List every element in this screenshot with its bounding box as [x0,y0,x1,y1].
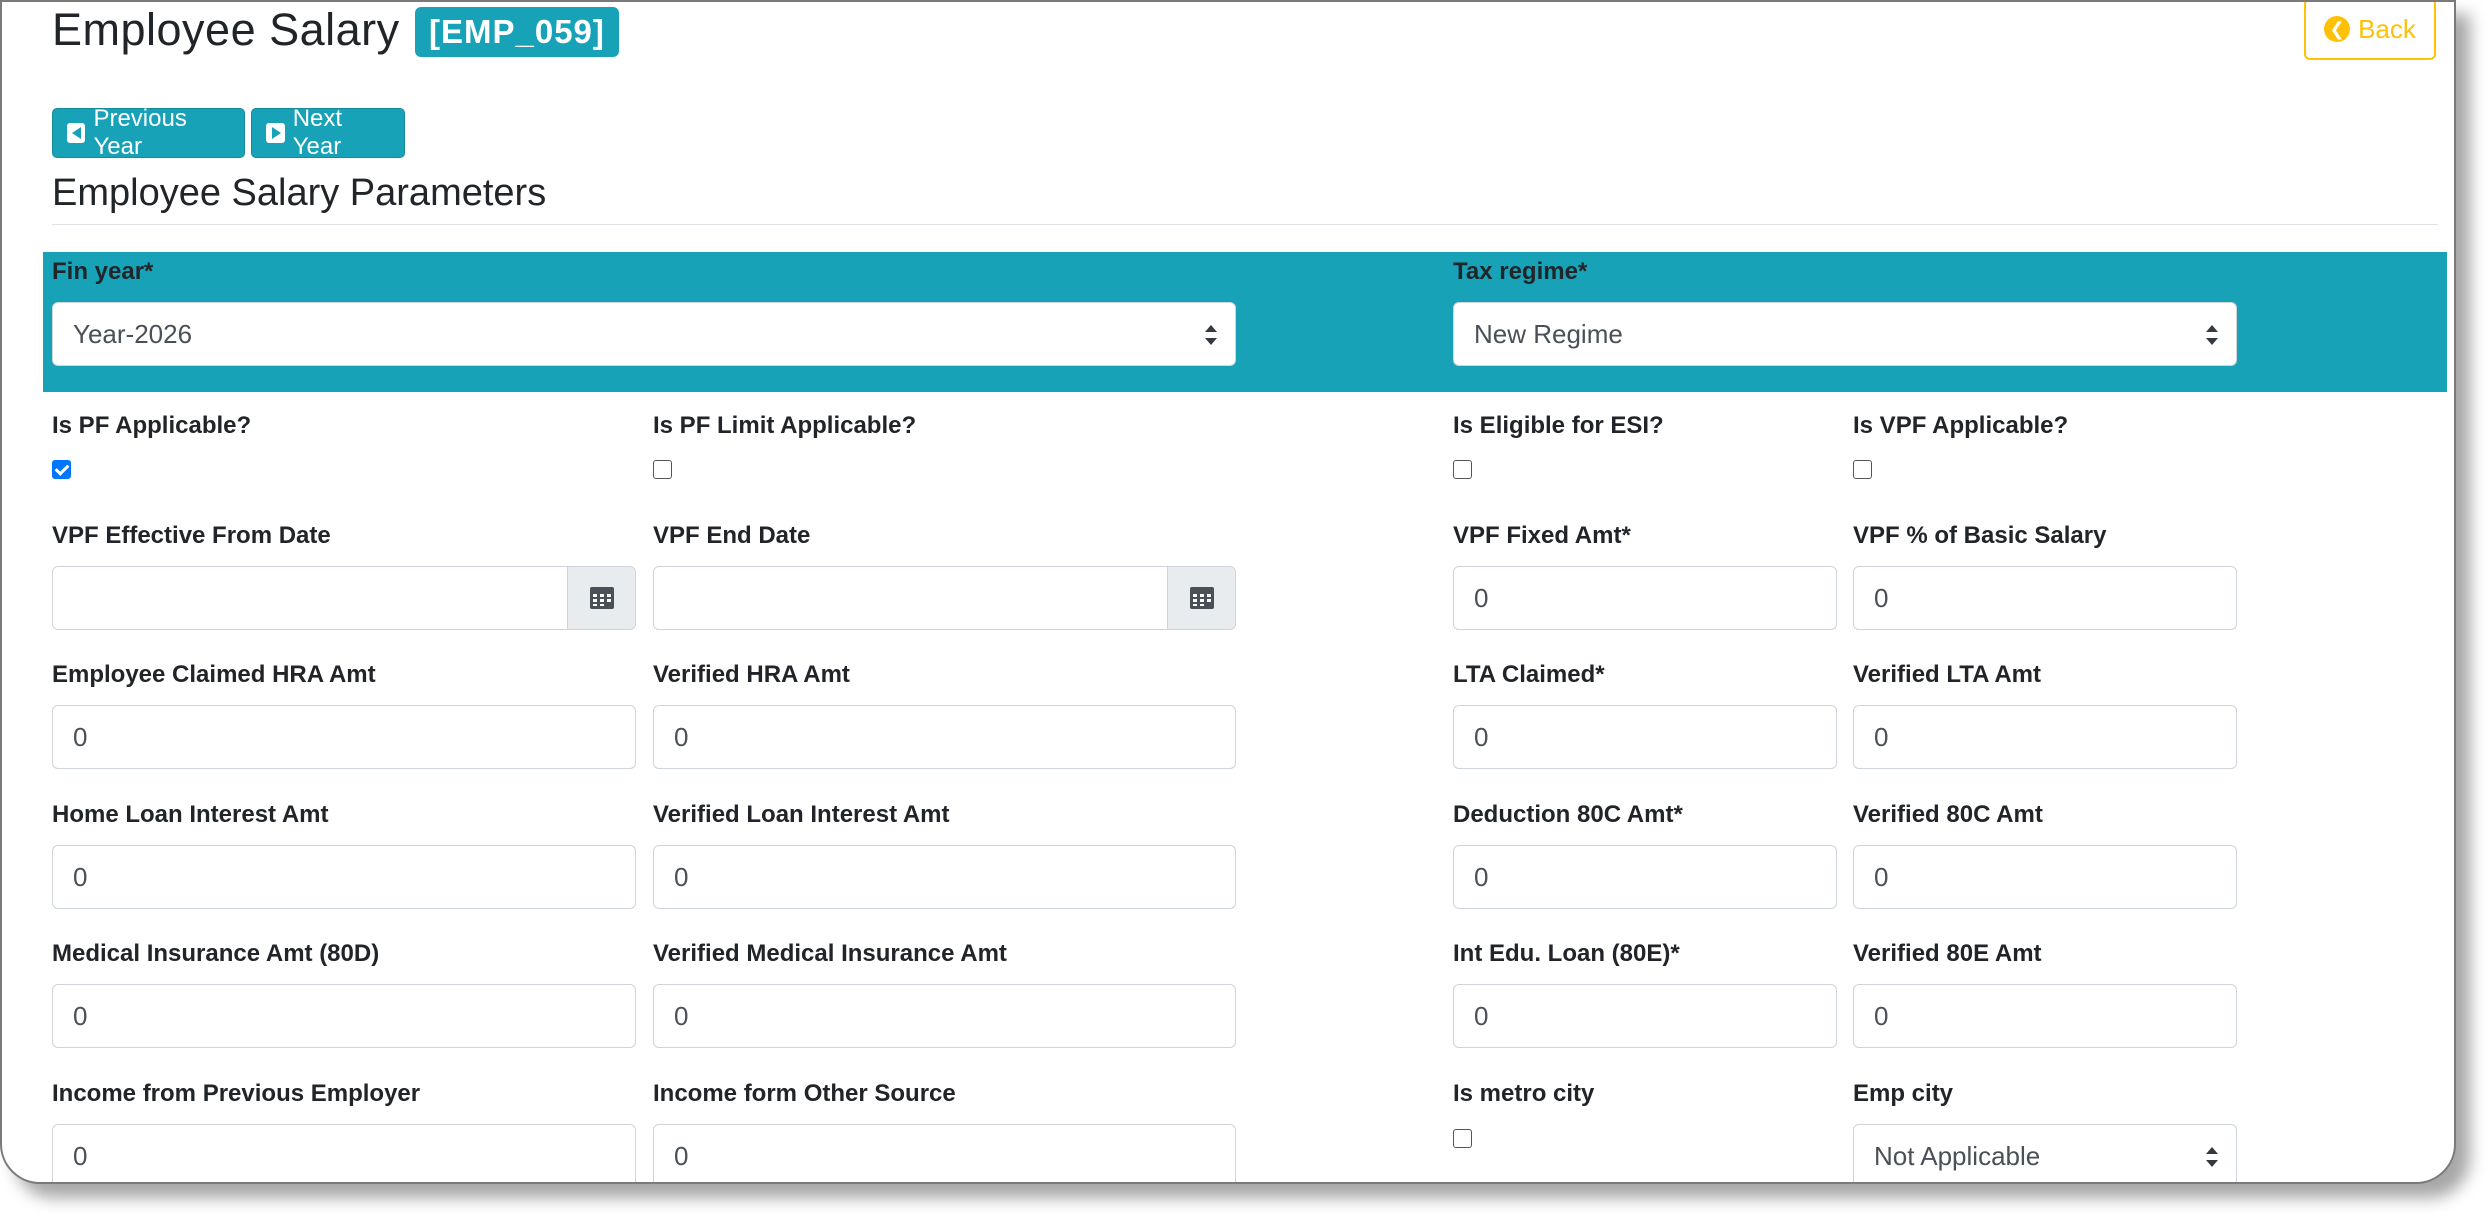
vpf-pct-value: 0 [1874,582,1889,613]
hra-verified-input[interactable]: 0 [653,705,1236,769]
other-source-label: Income form Other Source [653,1080,956,1107]
verified-80c-label: Verified 80C Amt [1853,801,2043,828]
next-year-label: Next Year [292,105,343,160]
lta-verified-input[interactable]: 0 [1853,705,2237,769]
emp-city-select[interactable]: Not Applicable [1853,1124,2237,1182]
section-title: Employee Salary Parameters [52,172,547,214]
verified-80c-value: 0 [1874,861,1889,892]
vpf-end-label: VPF End Date [653,522,811,549]
esi-eligible-label: Is Eligible for ESI? [1453,412,1664,439]
esi-eligible-checkbox[interactable] [1453,460,1472,479]
metro-city-label: Is metro city [1453,1080,1595,1107]
verified-80e-value: 0 [1874,1000,1889,1031]
lta-claimed-input[interactable]: 0 [1453,705,1837,769]
fin-year-select[interactable]: Year-2026 [52,302,1236,366]
vpf-from-date-input[interactable] [52,566,636,630]
home-loan-value: 0 [73,861,88,892]
home-loan-input[interactable]: 0 [52,845,636,909]
med-verified-input[interactable]: 0 [653,984,1236,1048]
tax-regime-label: Tax regime* [1453,258,1588,285]
calendar-icon [1189,587,1214,609]
previous-year-button[interactable]: Previous Year [52,105,245,160]
back-button-label: Back [2358,13,2416,44]
ded-80c-input[interactable]: 0 [1453,845,1837,909]
section-divider [52,224,2438,225]
app-window: Employee Salary [EMP_059] ❮ Back Previou… [0,0,2456,1184]
lta-verified-label: Verified LTA Amt [1853,661,2042,688]
tax-regime-select[interactable]: New Regime [1453,302,2237,366]
vpf-fixed-label: VPF Fixed Amt* [1453,522,1631,549]
pf-applicable-checkbox[interactable] [52,460,71,479]
edu-loan-label: Int Edu. Loan (80E)* [1453,940,1680,967]
prev-employer-label: Income from Previous Employer [52,1080,421,1107]
pf-limit-checkbox[interactable] [653,460,672,479]
fin-year-label: Fin year* [52,258,154,285]
loan-verified-input[interactable]: 0 [653,845,1236,909]
other-source-value: 0 [674,1140,689,1171]
next-year-button[interactable]: Next Year [251,105,405,160]
med-verified-label: Verified Medical Insurance Amt [653,940,1007,967]
hra-verified-value: 0 [674,721,689,752]
loan-verified-label: Verified Loan Interest Amt [653,801,950,828]
select-arrows-icon [2206,1147,2218,1167]
ded-80c-label: Deduction 80C Amt* [1453,801,1683,828]
prev-employer-input[interactable]: 0 [52,1124,636,1182]
vpf-from-calendar-button[interactable] [567,567,635,629]
prev-employer-value: 0 [73,1140,88,1171]
caret-left-icon [67,123,86,143]
verified-80e-input[interactable]: 0 [1853,984,2237,1048]
other-source-input[interactable]: 0 [653,1124,1236,1182]
lta-verified-value: 0 [1874,721,1889,752]
back-arrow-icon: ❮ [2324,16,2351,42]
lta-claimed-label: LTA Claimed* [1453,661,1605,688]
vpf-applicable-label: Is VPF Applicable? [1853,412,2069,439]
ded-80c-value: 0 [1474,861,1489,892]
emp-city-value: Not Applicable [1874,1140,2041,1171]
previous-year-label: Previous Year [93,105,187,160]
tax-regime-value: New Regime [1474,318,1623,349]
hra-claimed-input[interactable]: 0 [52,705,636,769]
vpf-fixed-value: 0 [1474,582,1489,613]
fin-year-value: Year-2026 [73,318,193,349]
select-arrows-icon [1205,325,1217,345]
employee-code-badge: [EMP_059] [415,7,619,57]
pf-limit-label: Is PF Limit Applicable? [653,412,917,439]
vpf-pct-label: VPF % of Basic Salary [1853,522,2107,549]
edu-loan-value: 0 [1474,1000,1489,1031]
vpf-end-date-input[interactable] [653,566,1236,630]
calendar-icon [589,587,614,609]
vpf-from-label: VPF Effective From Date [52,522,331,549]
vpf-end-calendar-button[interactable] [1167,567,1235,629]
pf-applicable-label: Is PF Applicable? [52,412,252,439]
hra-verified-label: Verified HRA Amt [653,661,850,688]
lta-claimed-value: 0 [1474,721,1489,752]
home-loan-label: Home Loan Interest Amt [52,801,329,828]
page-title: Employee Salary [52,4,400,55]
select-arrows-icon [2206,325,2218,345]
med-ins-input[interactable]: 0 [52,984,636,1048]
vpf-pct-input[interactable]: 0 [1853,566,2237,630]
emp-city-label: Emp city [1853,1080,1954,1107]
vpf-fixed-input[interactable]: 0 [1453,566,1837,630]
med-ins-value: 0 [73,1000,88,1031]
hra-claimed-value: 0 [73,721,88,752]
caret-right-icon [266,123,285,143]
edu-loan-input[interactable]: 0 [1453,984,1837,1048]
med-verified-value: 0 [674,1000,689,1031]
verified-80e-label: Verified 80E Amt [1853,940,2042,967]
hra-claimed-label: Employee Claimed HRA Amt [52,661,376,688]
vpf-applicable-checkbox[interactable] [1853,460,1872,479]
back-button[interactable]: ❮ Back [2304,2,2436,60]
med-ins-label: Medical Insurance Amt (80D) [52,940,380,967]
verified-80c-input[interactable]: 0 [1853,845,2237,909]
loan-verified-value: 0 [674,861,689,892]
metro-city-checkbox[interactable] [1453,1129,1472,1148]
